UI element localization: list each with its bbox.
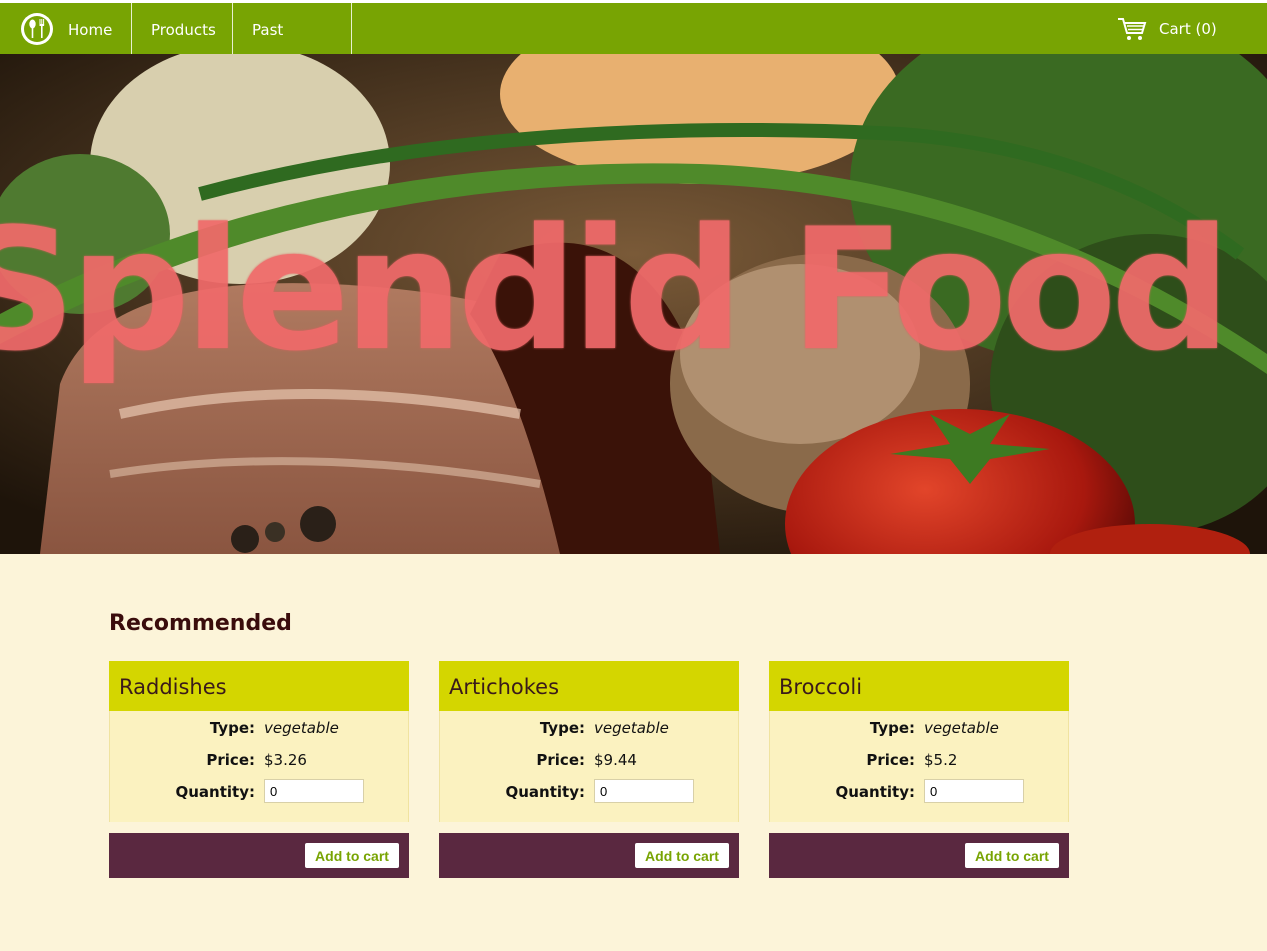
- product-card: Raddishes Type: vegetable Price: $3.26 Q…: [109, 661, 409, 878]
- type-label: Type:: [539, 719, 585, 737]
- add-to-cart-button[interactable]: Add to cart: [305, 843, 399, 868]
- product-name: Artichokes: [439, 661, 739, 711]
- price-value: $3.26: [264, 751, 307, 769]
- product-name: Broccoli: [769, 661, 1069, 711]
- add-to-cart-button[interactable]: Add to cart: [635, 843, 729, 868]
- price-row: Price: $5.2: [770, 747, 1068, 771]
- type-row: Type: vegetable: [110, 715, 408, 739]
- shopping-cart-icon: [1118, 18, 1147, 40]
- product-card-footer: Add to cart: [109, 833, 409, 878]
- quantity-row: Quantity:: [770, 779, 1068, 803]
- price-value: $5.2: [924, 751, 958, 769]
- quantity-input[interactable]: [924, 779, 1024, 803]
- nav-products[interactable]: Products: [131, 3, 235, 54]
- quantity-input[interactable]: [264, 779, 364, 803]
- nav-home[interactable]: Home: [49, 3, 131, 54]
- quantity-input[interactable]: [594, 779, 694, 803]
- main-navbar: Home Products Past Orders Cart (0): [0, 3, 1267, 93]
- price-value: $9.44: [594, 751, 637, 769]
- quantity-row: Quantity:: [440, 779, 738, 803]
- price-label: Price:: [536, 751, 585, 769]
- type-value: vegetable: [924, 719, 999, 737]
- type-label: Type:: [869, 719, 915, 737]
- type-label: Type:: [209, 719, 255, 737]
- product-card: Artichokes Type: vegetable Price: $9.44 …: [439, 661, 739, 878]
- price-row: Price: $9.44: [440, 747, 738, 771]
- type-row: Type: vegetable: [770, 715, 1068, 739]
- product-details: Type: vegetable Price: $5.2 Quantity:: [769, 711, 1069, 822]
- section-title-recommended: Recommended: [109, 611, 292, 636]
- type-value: vegetable: [264, 719, 339, 737]
- price-label: Price:: [206, 751, 255, 769]
- product-details: Type: vegetable Price: $3.26 Quantity:: [109, 711, 409, 822]
- product-details: Type: vegetable Price: $9.44 Quantity:: [439, 711, 739, 822]
- product-name: Raddishes: [109, 661, 409, 711]
- type-value: vegetable: [594, 719, 669, 737]
- quantity-label: Quantity:: [835, 783, 916, 801]
- quantity-row: Quantity:: [110, 779, 408, 803]
- hero-banner: Splendid Food: [0, 54, 1267, 554]
- cart-button[interactable]: Cart (0): [1117, 15, 1217, 43]
- product-card: Broccoli Type: vegetable Price: $5.2 Qua…: [769, 661, 1069, 878]
- quantity-label: Quantity:: [175, 783, 256, 801]
- nav-past-orders[interactable]: Past Orders: [232, 3, 352, 93]
- cart-label: Cart (0): [1159, 20, 1217, 38]
- type-row: Type: vegetable: [440, 715, 738, 739]
- product-card-footer: Add to cart: [769, 833, 1069, 878]
- quantity-label: Quantity:: [505, 783, 586, 801]
- hero-title: Splendid Food: [0, 192, 1231, 388]
- product-card-footer: Add to cart: [439, 833, 739, 878]
- price-row: Price: $3.26: [110, 747, 408, 771]
- add-to-cart-button[interactable]: Add to cart: [965, 843, 1059, 868]
- price-label: Price:: [866, 751, 915, 769]
